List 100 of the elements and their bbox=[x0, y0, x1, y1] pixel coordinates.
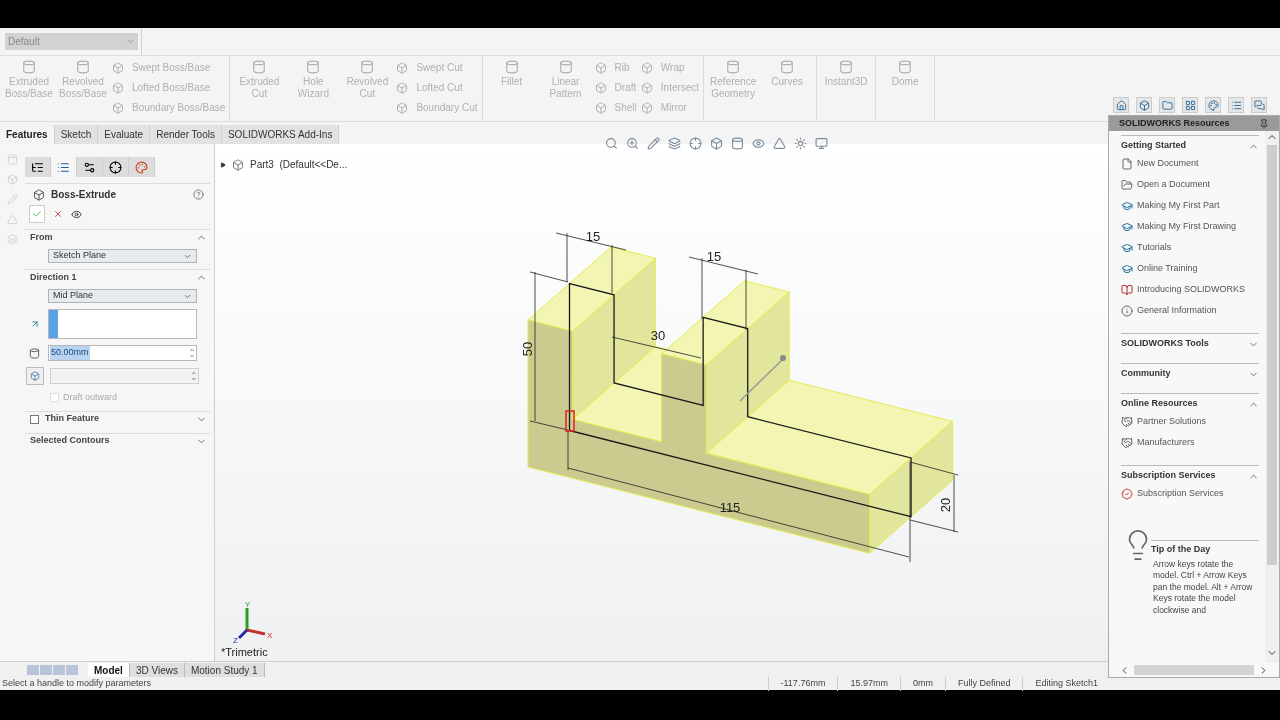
badge-icon bbox=[1121, 487, 1133, 500]
feature-icon bbox=[112, 62, 124, 74]
resource-link[interactable]: Making My First Drawing bbox=[1137, 219, 1237, 234]
resource-link[interactable]: Introducing SOLIDWORKS bbox=[1137, 282, 1246, 297]
pin-icon[interactable] bbox=[1259, 118, 1269, 129]
feature-icon bbox=[396, 62, 409, 74]
selection-box[interactable] bbox=[48, 309, 197, 339]
crosshair-icon[interactable] bbox=[689, 137, 702, 150]
section-title[interactable]: Thin Feature bbox=[45, 412, 196, 426]
search-icon[interactable] bbox=[605, 137, 618, 150]
spinner-icon[interactable] bbox=[188, 347, 196, 359]
expand-arrow-icon[interactable] bbox=[220, 161, 226, 168]
folder-icon bbox=[1121, 178, 1133, 191]
dimension-label[interactable]: 20 bbox=[938, 497, 953, 513]
zoom-icon[interactable] bbox=[626, 137, 639, 150]
section-title[interactable]: Community bbox=[1121, 367, 1171, 381]
feature-icon bbox=[558, 60, 573, 74]
ok-button[interactable] bbox=[29, 205, 45, 223]
drag-handle[interactable] bbox=[739, 355, 786, 402]
feature-icon bbox=[780, 60, 795, 74]
grid-icon[interactable] bbox=[1184, 99, 1196, 111]
dimension-label[interactable]: 115 bbox=[719, 500, 741, 515]
feature-icon bbox=[112, 102, 124, 114]
dropdown[interactable]: Sketch Plane bbox=[48, 249, 197, 263]
preview-icon[interactable] bbox=[71, 208, 82, 220]
list-icon[interactable] bbox=[1230, 99, 1242, 111]
graduation-cap-icon bbox=[1121, 262, 1133, 275]
section-title[interactable]: From bbox=[30, 230, 196, 245]
model-tab[interactable]: Model bbox=[88, 663, 130, 677]
resource-link[interactable]: Partner Solutions bbox=[1137, 414, 1207, 429]
handshake-icon bbox=[1121, 415, 1133, 428]
section-title[interactable]: Subscription Services bbox=[1121, 469, 1216, 483]
depth-field[interactable]: 50.00mm bbox=[48, 345, 197, 361]
chat-icon[interactable] bbox=[1253, 99, 1265, 111]
resource-link[interactable]: Manufacturers bbox=[1137, 435, 1195, 450]
eye-icon[interactable] bbox=[752, 137, 765, 150]
draft-button[interactable] bbox=[26, 367, 44, 385]
status-field: Fully Defined bbox=[944, 677, 1023, 691]
home-icon[interactable] bbox=[1115, 99, 1127, 111]
cube-icon bbox=[33, 188, 45, 201]
resource-link[interactable]: New Document bbox=[1137, 156, 1199, 171]
cancel-icon[interactable] bbox=[53, 209, 63, 219]
cylinder-icon[interactable] bbox=[731, 137, 744, 150]
draft-angle-field[interactable] bbox=[50, 368, 199, 384]
scrollbar-thumb[interactable] bbox=[1267, 145, 1277, 565]
resource-link[interactable]: Online Training bbox=[1137, 261, 1198, 276]
dropdown[interactable]: Mid Plane bbox=[48, 289, 197, 303]
command-tab[interactable]: Sketch bbox=[54, 125, 99, 144]
checkbox-label: Draft outward bbox=[63, 391, 118, 404]
tip-text: Arrow keys rotate the model. Ctrl + Arrow Keys pan the model. Alt + Arrow Keys rotate the model clockwise and bbox=[1152, 558, 1254, 616]
feature-icon bbox=[594, 62, 607, 74]
section-title[interactable]: SOLIDWORKS Tools bbox=[1121, 337, 1209, 351]
feature-icon bbox=[504, 60, 519, 74]
sun-icon[interactable] bbox=[794, 137, 807, 150]
section-title[interactable]: Selected Contours bbox=[30, 434, 196, 448]
resource-link[interactable]: Tutorials bbox=[1137, 240, 1172, 255]
triangle-icon[interactable] bbox=[773, 137, 786, 150]
graduation-cap-icon bbox=[1121, 241, 1133, 254]
feature-icon bbox=[640, 102, 653, 114]
document-icon bbox=[1121, 157, 1133, 170]
panel-tab[interactable] bbox=[77, 157, 103, 177]
feature-icon bbox=[360, 60, 375, 74]
model-tab[interactable]: Motion Study 1 bbox=[184, 663, 265, 677]
dimension-label[interactable]: 50 bbox=[520, 341, 535, 357]
direction-arrow-icon[interactable] bbox=[30, 319, 40, 329]
section-title[interactable]: Direction 1 bbox=[30, 270, 196, 285]
command-tab[interactable]: Render Tools bbox=[150, 125, 222, 144]
model-tab[interactable]: 3D Views bbox=[129, 663, 185, 677]
resource-link[interactable]: Open a Document bbox=[1137, 177, 1211, 192]
panel-tab[interactable] bbox=[25, 157, 51, 177]
layers-icon[interactable] bbox=[668, 137, 681, 150]
feature-icon bbox=[640, 62, 653, 74]
monitor-icon[interactable] bbox=[815, 137, 828, 150]
feature-tree-item[interactable]: Part3 (Default<<De... bbox=[250, 157, 348, 172]
resource-link[interactable]: Subscription Services bbox=[1137, 486, 1224, 501]
folder-icon[interactable] bbox=[1161, 99, 1173, 111]
horizontal-scrollbar[interactable] bbox=[1134, 665, 1254, 675]
command-tab[interactable]: SOLIDWORKS Add-Ins bbox=[221, 125, 340, 144]
crosshair-icon bbox=[109, 160, 122, 174]
resource-link[interactable]: General Information bbox=[1137, 303, 1217, 318]
feature-icon bbox=[22, 60, 36, 74]
feature-icon bbox=[396, 82, 409, 94]
section-title[interactable]: Getting Started bbox=[1121, 139, 1186, 153]
dimension-label[interactable]: 15 bbox=[585, 229, 601, 244]
resource-link[interactable]: Making My First Part bbox=[1137, 198, 1220, 213]
color-wheel-icon[interactable] bbox=[1207, 99, 1219, 111]
command-tab[interactable]: Evaluate bbox=[98, 125, 151, 144]
pencil-icon[interactable] bbox=[647, 137, 660, 150]
feature-tree-icon bbox=[31, 160, 44, 174]
spinner-icon[interactable] bbox=[190, 370, 198, 382]
panel-tab[interactable] bbox=[103, 157, 129, 177]
tip-title: Tip of the Day bbox=[1151, 543, 1212, 556]
section-title[interactable]: Online Resources bbox=[1121, 397, 1198, 411]
checkbox[interactable] bbox=[30, 414, 39, 424]
feature-icon bbox=[640, 82, 653, 94]
cube-icon[interactable] bbox=[710, 137, 723, 150]
help-icon[interactable] bbox=[193, 189, 204, 200]
dimension-label[interactable]: 15 bbox=[706, 249, 722, 264]
part-icon bbox=[232, 158, 244, 171]
cube-icon[interactable] bbox=[1138, 99, 1150, 111]
